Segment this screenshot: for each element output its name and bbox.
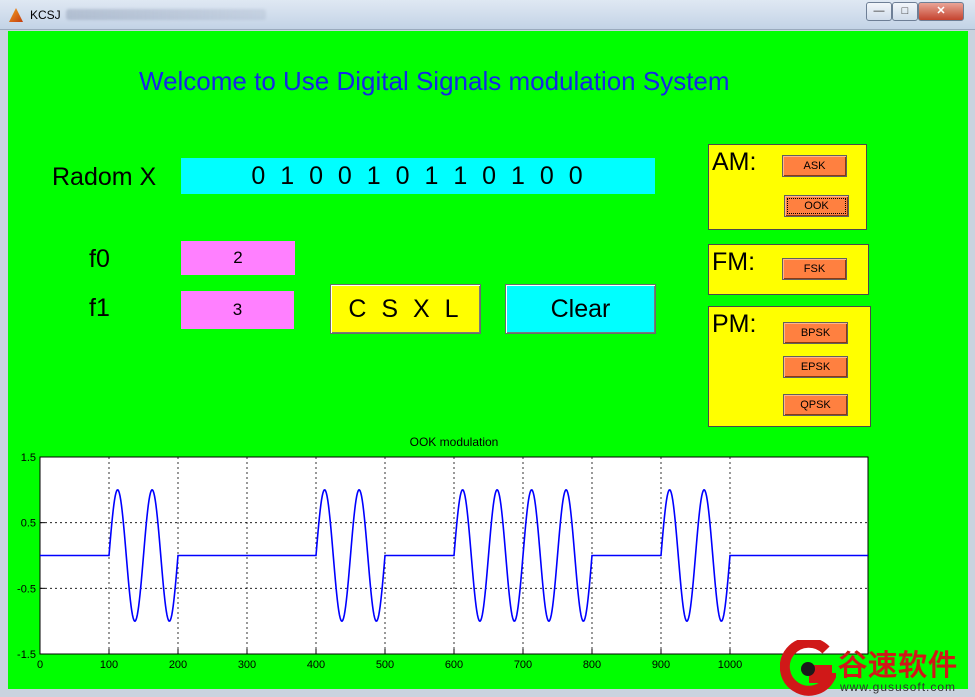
x-tick-label: 100 [100, 659, 118, 671]
window-title: KCSJ [30, 8, 61, 22]
x-tick-label: 300 [238, 659, 256, 671]
gususoft-logo-icon [780, 640, 836, 696]
minimize-button[interactable]: — [866, 2, 892, 21]
y-tick-label: 1.5 [21, 452, 36, 464]
x-tick-label: 400 [307, 659, 325, 671]
gususoft-watermark: 谷速软件 www.gususoft.com [780, 640, 975, 697]
y-tick-label: -0.5 [17, 583, 36, 595]
window-titlebar: KCSJ — □ ✕ [0, 0, 975, 30]
window-title-blurred [66, 9, 266, 20]
figure-area: Welcome to Use Digital Signals modulatio… [8, 31, 968, 689]
x-tick-label: 1000 [718, 659, 742, 671]
y-tick-label: -1.5 [17, 649, 36, 661]
x-tick-label: 900 [652, 659, 670, 671]
watermark-url: www.gususoft.com [840, 680, 957, 694]
ook-modulation-plot: 0 100 200 300 400 500 600 700 800 900 1000 1.5 0.5 -0… [17, 452, 869, 671]
x-tick-label: 800 [583, 659, 601, 671]
x-tick-label: 500 [376, 659, 394, 671]
x-tick-label: 600 [445, 659, 463, 671]
watermark-brand: 谷速软件 [838, 650, 959, 682]
x-tick-label: 200 [169, 659, 187, 671]
close-button[interactable]: ✕ [918, 2, 964, 21]
matlab-app-icon [9, 8, 23, 22]
x-tick-label: 0 [37, 659, 43, 671]
x-tick-label: 700 [514, 659, 532, 671]
y-tick-label: 0.5 [21, 518, 36, 530]
maximize-button[interactable]: □ [892, 2, 918, 21]
